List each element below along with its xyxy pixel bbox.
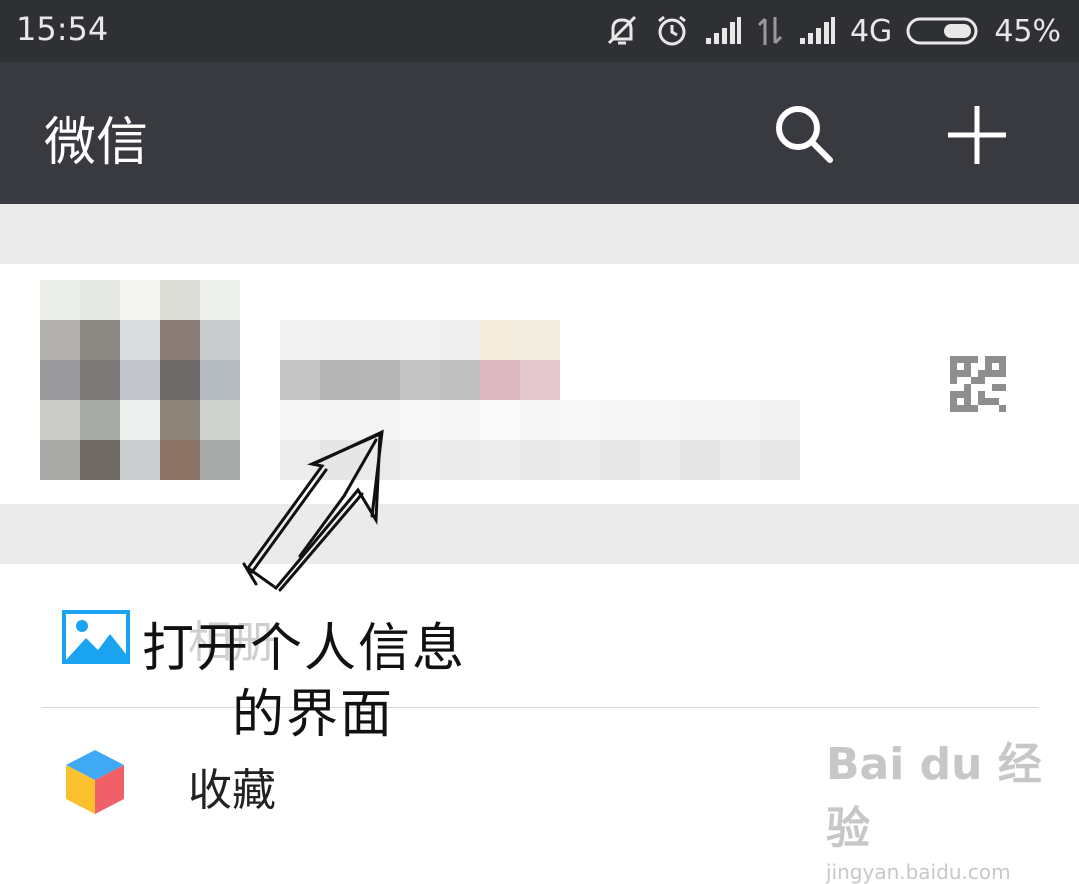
annotation-line2: 的界面 xyxy=(232,685,395,745)
annotation-arrow xyxy=(242,429,384,592)
annotation-line1: 打开个人信息 xyxy=(142,619,467,679)
watermark: Bai du 经验 jingyan.baidu.com xyxy=(826,728,1079,884)
watermark-brand: Bai du 经验 xyxy=(826,739,1042,854)
watermark-url: jingyan.baidu.com xyxy=(826,860,1011,884)
